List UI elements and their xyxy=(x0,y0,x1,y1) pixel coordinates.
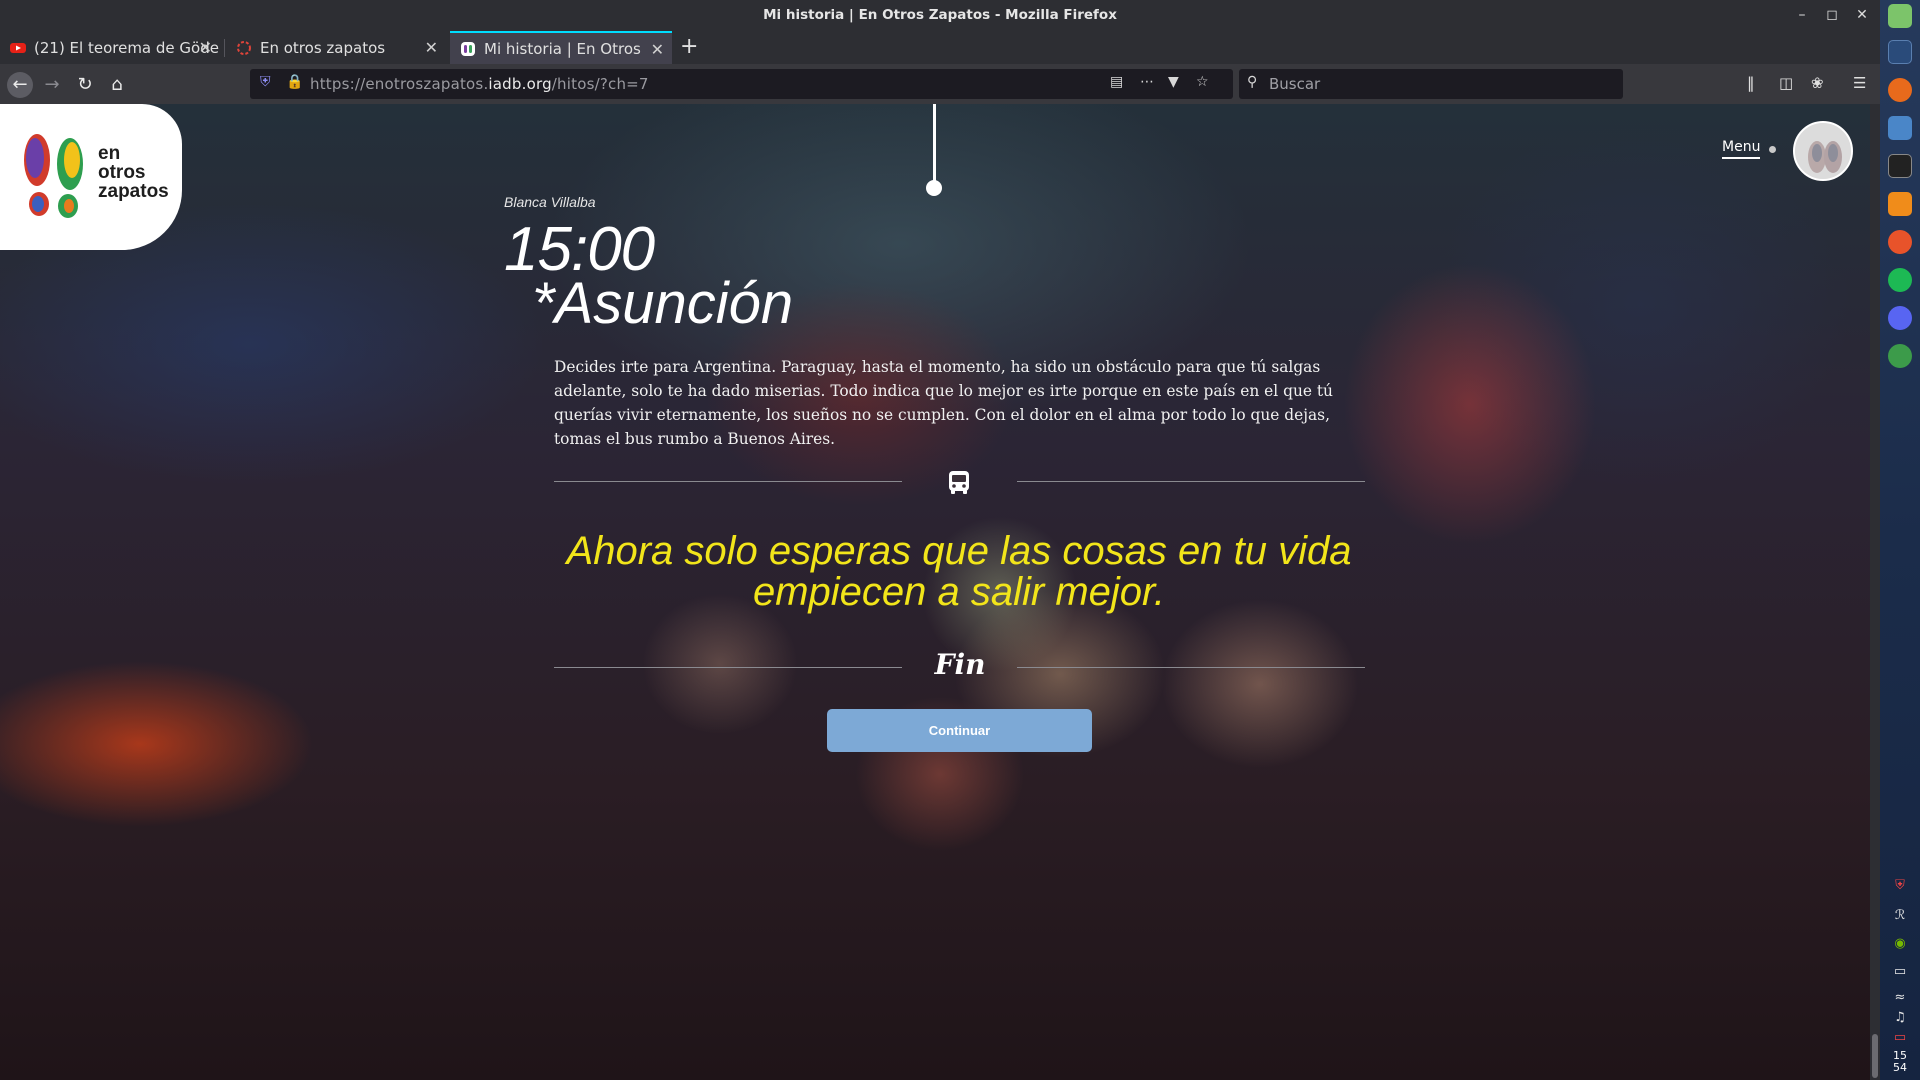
divider-left xyxy=(554,667,902,668)
new-tab-button[interactable]: + xyxy=(680,34,698,59)
library-icon[interactable]: ‖ xyxy=(1747,74,1755,92)
show-desktop-icon[interactable] xyxy=(1888,40,1912,64)
navigation-bar: ← → ↻ ⌂ ⛨ 🔒 https://enotroszapatos.iadb.… xyxy=(0,64,1880,104)
spotify-icon[interactable] xyxy=(1888,268,1912,292)
url-text[interactable]: https://enotroszapatos.iadb.org/hitos/?c… xyxy=(310,75,649,93)
nvidia-icon[interactable]: ◉ xyxy=(1890,936,1910,954)
maximize-button[interactable]: ◻ xyxy=(1820,4,1844,26)
forward-button[interactable]: → xyxy=(39,72,65,98)
back-button[interactable]: ← xyxy=(7,72,33,98)
close-tab-icon[interactable]: ✕ xyxy=(651,40,664,59)
volume-icon[interactable]: ♫ xyxy=(1890,1010,1910,1028)
pen-app-icon[interactable] xyxy=(1888,230,1912,254)
story-text: Decides irte para Argentina. Paraguay, h… xyxy=(554,358,1333,448)
tab-label: Mi historia | En Otros Zapatos xyxy=(484,39,644,58)
workspace-icon[interactable]: ▭ xyxy=(1890,964,1910,982)
hamburger-menu-icon[interactable]: ☰ xyxy=(1853,74,1866,92)
files-icon[interactable] xyxy=(1888,116,1912,140)
tab-label: (21) El teorema de Gödel xyxy=(34,38,220,57)
menu-indicator-dot xyxy=(1769,146,1776,153)
more-actions-icon[interactable]: ⋯ xyxy=(1140,74,1154,90)
search-placeholder: Buscar xyxy=(1269,75,1321,93)
wifi-icon[interactable]: ≈ xyxy=(1890,990,1910,1008)
divider-right xyxy=(1017,667,1365,668)
firefox-icon[interactable] xyxy=(1888,78,1912,102)
author-name: Blanca Villalba xyxy=(504,194,596,210)
sublime-text-icon[interactable] xyxy=(1888,192,1912,216)
home-button[interactable]: ⌂ xyxy=(104,72,130,98)
close-tab-icon[interactable]: ✕ xyxy=(199,38,212,57)
settings-gear-icon[interactable] xyxy=(1888,344,1912,368)
timeline-dot xyxy=(926,180,942,196)
window-titlebar: Mi historia | En Otros Zapatos - Mozilla… xyxy=(0,0,1880,31)
window-title: Mi historia | En Otros Zapatos - Mozilla… xyxy=(763,7,1117,23)
site-logo[interactable]: en otros zapatos xyxy=(0,104,182,250)
clock[interactable]: 15 54 xyxy=(1886,1050,1914,1074)
desktop-panel: ⛨ ℛ ◉ ▭ ≈ ♫ ▭ 15 54 xyxy=(1880,0,1920,1080)
tab-separator xyxy=(224,39,225,57)
page-scrollbar[interactable] xyxy=(1870,104,1880,1080)
divider-left xyxy=(554,481,902,482)
url-bar[interactable]: ⛨ 🔒 https://enotroszapatos.iadb.org/hito… xyxy=(250,69,1233,99)
bookmark-star-icon[interactable]: ☆ xyxy=(1196,74,1209,90)
update-shield-icon[interactable]: ⛨ xyxy=(1890,878,1910,896)
terminal-icon[interactable] xyxy=(1888,154,1912,178)
minimize-button[interactable]: – xyxy=(1790,4,1814,26)
end-label: Fin xyxy=(934,648,986,681)
pocket-icon[interactable]: ▼ xyxy=(1168,74,1179,90)
menu-link[interactable]: Menu xyxy=(1722,139,1761,159)
reader-view-icon[interactable]: ▤ xyxy=(1110,74,1123,90)
search-bar[interactable]: ⚲ Buscar xyxy=(1239,69,1623,99)
mint-menu-icon[interactable] xyxy=(1888,4,1912,28)
user-avatar[interactable] xyxy=(1793,121,1853,181)
bus-icon xyxy=(949,471,969,494)
divider-right xyxy=(1017,481,1365,482)
loading-icon xyxy=(237,40,251,55)
close-tab-icon[interactable]: ✕ xyxy=(425,38,438,57)
lock-icon[interactable]: 🔒 xyxy=(286,74,303,90)
site-icon xyxy=(461,41,475,56)
logo-text: en otros zapatos xyxy=(98,143,169,202)
tab-youtube[interactable]: (21) El teorema de Gödel ✕ xyxy=(0,31,220,64)
web-page: en otros zapatos Menu Blanca Villalba 15… xyxy=(0,104,1870,1080)
avatar-image xyxy=(1795,123,1851,179)
sidebar-icon[interactable]: ◫ xyxy=(1779,74,1793,92)
reload-button[interactable]: ↻ xyxy=(72,72,98,98)
footprints-logo-icon xyxy=(24,134,83,218)
highlight-message: Ahora solo esperas que las cosas en tu v… xyxy=(566,529,1352,614)
tab-label: En otros zapatos xyxy=(260,38,386,57)
close-window-button[interactable]: ✕ xyxy=(1850,4,1874,26)
search-icon: ⚲ xyxy=(1247,74,1258,90)
tab-mi-historia[interactable]: Mi historia | En Otros Zapatos ✕ xyxy=(450,31,672,64)
scrollbar-thumb[interactable] xyxy=(1872,1034,1878,1078)
timeline-line xyxy=(933,104,936,184)
bluetooth-icon[interactable]: ℛ xyxy=(1890,908,1910,926)
extension-icon[interactable]: ❀ xyxy=(1811,74,1824,92)
continue-button[interactable]: Continuar xyxy=(827,709,1092,752)
event-place: *Asunción xyxy=(532,271,794,336)
tab-en-otros-zapatos[interactable]: En otros zapatos ✕ xyxy=(226,31,446,64)
discord-icon[interactable] xyxy=(1888,306,1912,330)
shield-icon[interactable]: ⛨ xyxy=(260,74,271,90)
battery-icon[interactable]: ▭ xyxy=(1890,1030,1910,1048)
tab-strip: (21) El teorema de Gödel ✕ En otros zapa… xyxy=(0,31,1880,64)
youtube-icon xyxy=(10,42,26,53)
